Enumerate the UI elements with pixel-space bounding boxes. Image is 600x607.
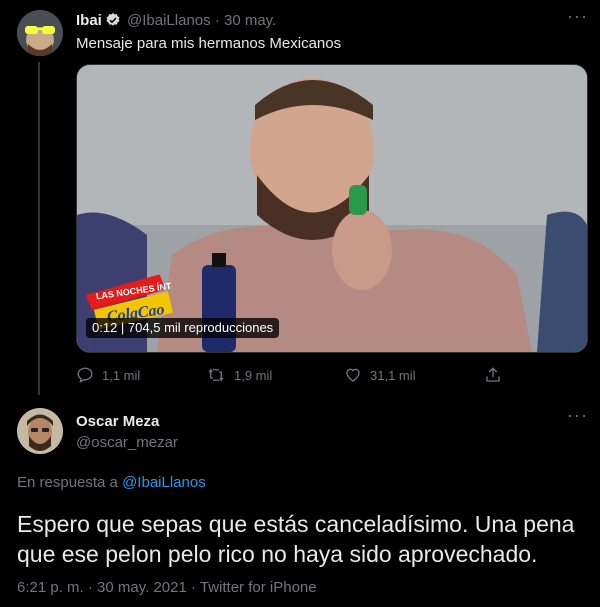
retweet-button[interactable]: 1,9 mil [206,366,272,384]
reply-button[interactable]: 1,1 mil [76,366,140,384]
tweet-date[interactable]: 30 may. [224,12,276,29]
tweet1-actions: 1,1 mil 1,9 mil 31,1 mil [76,366,586,386]
author-handle[interactable]: @oscar_mezar [76,434,178,451]
author-name[interactable]: Oscar Meza [76,413,159,430]
retweet-icon [206,366,226,384]
share-icon [484,366,502,384]
like-count: 31,1 mil [370,367,416,383]
video-views: 704,5 mil reproducciones [127,320,274,335]
reply-handle-link[interactable]: @IbaiLlanos [122,474,206,491]
reply-prefix: En respuesta a [17,474,118,491]
tweet2-text: Espero que sepas que estás canceladísimo… [17,511,575,567]
reply-count: 1,1 mil [102,367,141,383]
tweet1-text: Mensaje para mis hermanos Mexicanos [76,35,342,52]
more-icon[interactable]: ··· [567,6,588,27]
author-handle[interactable]: @IbaiLlanos [127,12,211,29]
date-separator: · [214,12,220,29]
video-player[interactable]: LAS NOCHES ÍNTIMAS ColaCao [76,64,588,353]
verified-badge-icon [105,12,121,33]
like-icon [344,366,362,384]
tweet-timestamp[interactable]: 6:21 p. m. · 30 may. 2021 · Twitter for … [17,579,317,596]
video-views-badge: 0:12 | 704,5 mil reproducciones [86,318,280,338]
reply-icon [76,366,94,384]
avatar-oscar[interactable] [17,408,63,454]
more-icon[interactable]: ··· [567,405,588,426]
like-button[interactable]: 31,1 mil [344,366,416,384]
video-time: 0:12 [92,320,118,335]
share-button[interactable] [484,366,502,384]
retweet-count: 1,9 mil [234,367,273,383]
author-name[interactable]: Ibai [76,12,102,29]
tweet1-header: Ibai @IbaiLlanos · 30 may. [76,12,276,33]
reply-context: En respuesta a @IbaiLlanos [17,474,206,491]
avatar-ibai[interactable] [17,10,63,56]
thread-line [38,62,40,395]
